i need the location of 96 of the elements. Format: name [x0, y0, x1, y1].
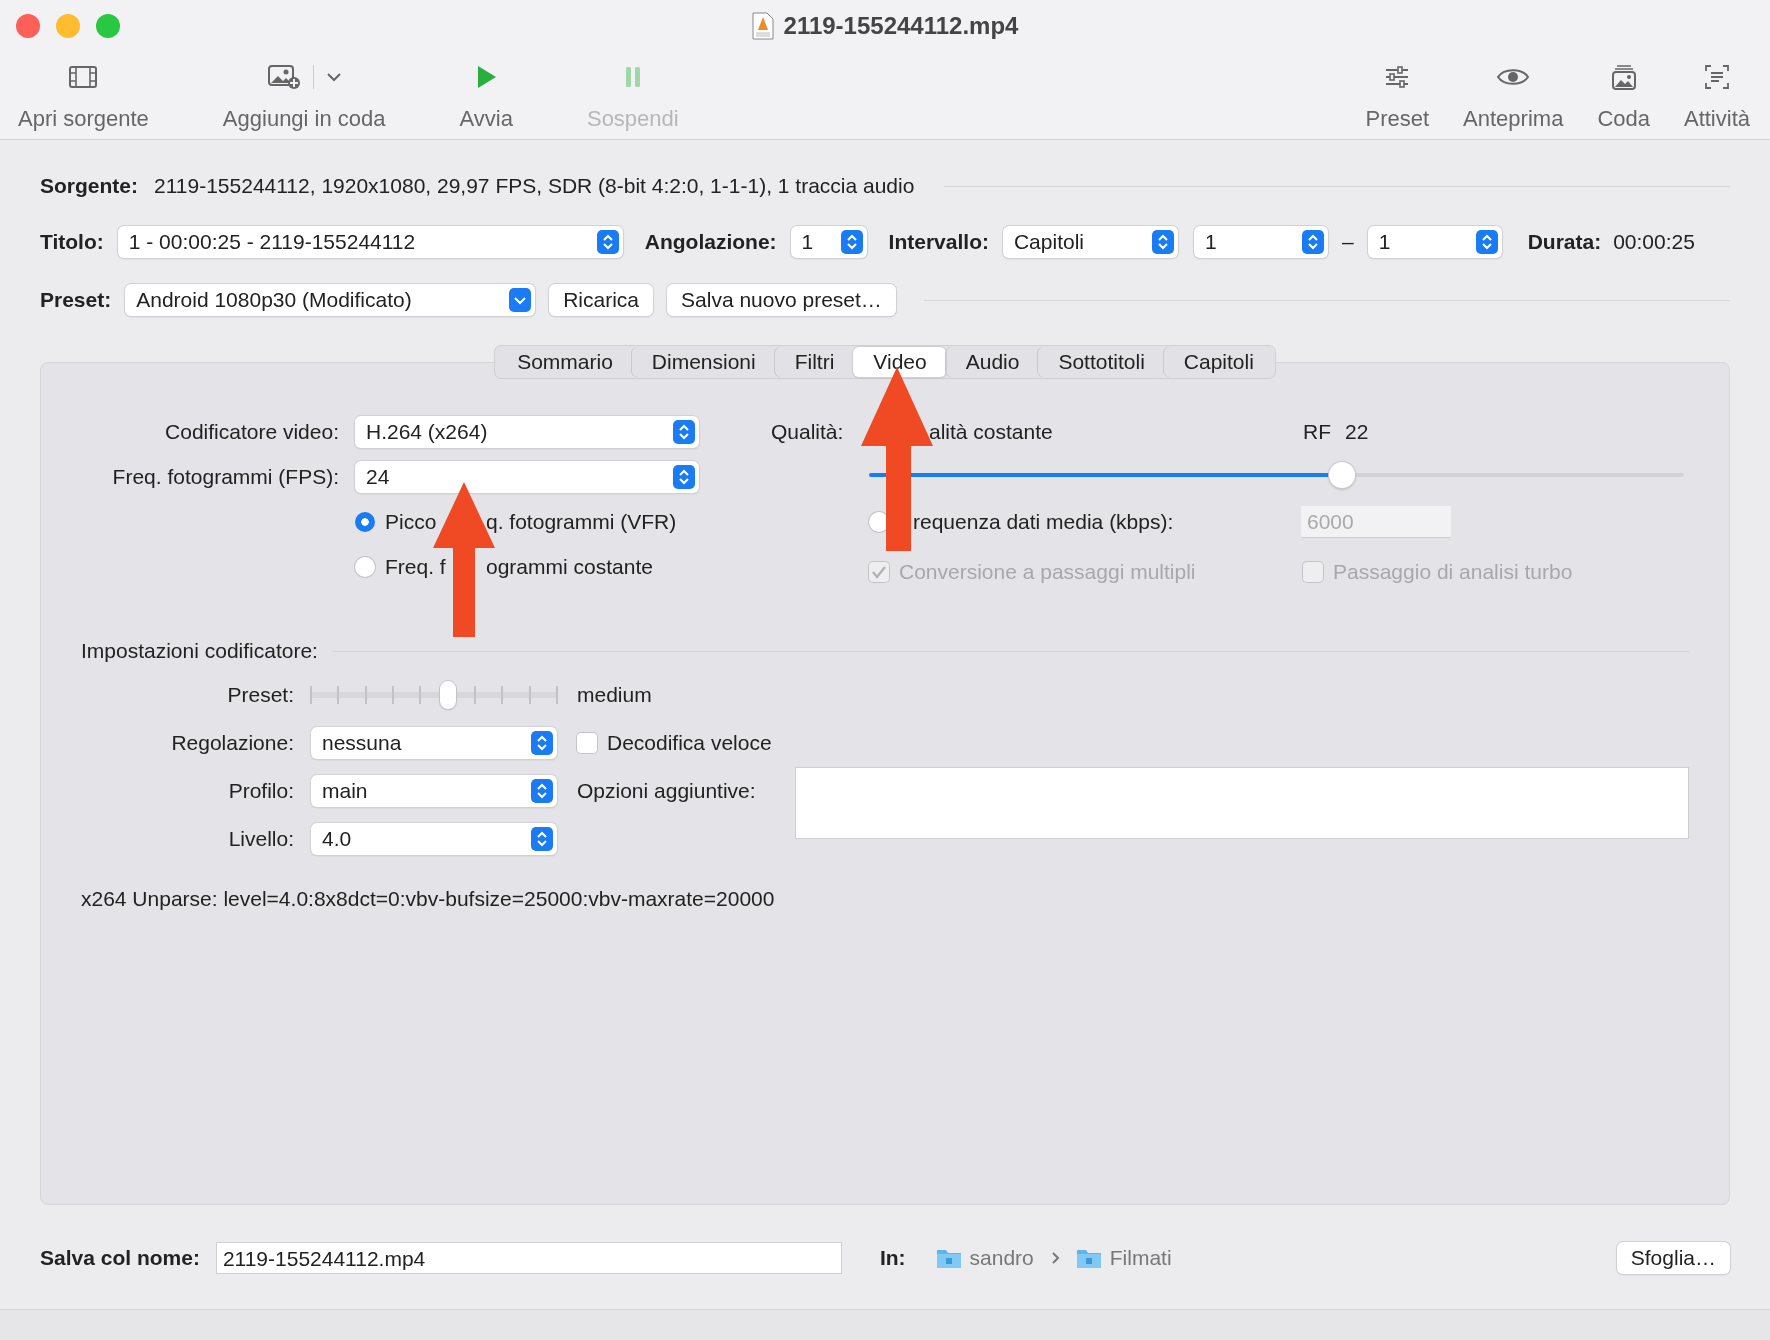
filename-field[interactable]: 2119-155244112.mp4 [215, 1242, 842, 1274]
path-item[interactable]: Filmati [1075, 1246, 1172, 1270]
section-heading: Impostazioni codificatore: [81, 639, 318, 663]
checkbox-label: Passaggio di analisi turbo [1333, 560, 1573, 584]
tab[interactable]: Video [853, 347, 946, 377]
tab[interactable]: Filtri [774, 347, 854, 377]
profile-label: Profilo: [227, 779, 294, 803]
toolbar-button[interactable]: Avvia [455, 62, 517, 132]
tune-popup[interactable]: nessuna [311, 727, 557, 759]
encoder-label: Codificatore video: [164, 420, 339, 444]
level-popup[interactable]: 4.0 [311, 823, 557, 855]
reload-button[interactable]: Ricarica [549, 284, 654, 316]
save-preset-button[interactable]: Salva nuovo preset… [667, 284, 896, 316]
toolbar-button[interactable]: Preset [1361, 62, 1434, 132]
radio-label: requenza dati media (kbps): [913, 510, 1175, 534]
zoom-button[interactable] [96, 14, 120, 38]
window-title: 2119-155244112.mp4 [783, 12, 1019, 40]
toolbar-button[interactable]: Coda [1593, 62, 1654, 132]
range-start-popup[interactable]: 1 [1193, 226, 1328, 258]
radio-button[interactable] [355, 512, 375, 532]
stepper-icon [531, 731, 553, 755]
range-separator: – [1341, 230, 1354, 254]
preset-value: medium [577, 683, 653, 707]
range-end-popup[interactable]: 1 [1367, 226, 1502, 258]
source-info: 2119-155244112, 1920x1080, 29,97 FPS, SDR (8-bit 4:2:0, 1-1-1), 1 traccia audio [154, 174, 915, 198]
rf-value: 22 [1345, 420, 1369, 444]
close-button[interactable] [16, 14, 40, 38]
source-label: Sorgente: [40, 174, 138, 198]
browse-button[interactable]: Sfoglia… [1616, 1242, 1730, 1274]
angle-label: Angolazione: [644, 230, 777, 254]
extra-options-label: Opzioni aggiuntive: [577, 778, 757, 804]
tune-label: Regolazione: [170, 731, 294, 755]
checkbox-label: Conversione a passaggi multipli [899, 560, 1196, 584]
tab[interactable]: Sottotitoli [1038, 347, 1164, 377]
angle-popup[interactable]: 1 [790, 226, 867, 258]
tab[interactable]: Dimensioni [631, 347, 775, 377]
chevron-down-icon[interactable] [325, 72, 342, 82]
unparse-text: x264 Unparse: level=4.0:8x8dct=0:vbv-bufsize=25000:vbv-maxrate=20000 [81, 887, 776, 911]
tab[interactable]: Capitoli [1163, 347, 1273, 377]
duration-label: Durata: [1527, 230, 1602, 254]
path-item[interactable]: sandro [935, 1246, 1034, 1270]
radio-label: Picco [385, 510, 437, 533]
preset-slider[interactable] [311, 679, 557, 711]
stepper-icon [1475, 230, 1498, 254]
toolbar-button[interactable]: Aggiungi in coda [218, 62, 390, 132]
stepper-icon [1151, 230, 1174, 254]
fps-label: Freq. fotogrammi (FPS): [111, 465, 339, 489]
stepper-icon [531, 779, 553, 803]
preset-popup[interactable]: Android 1080p30 (Modificato) [125, 284, 536, 316]
preset-label: Preset: [40, 288, 112, 312]
stepper-icon [673, 465, 695, 489]
film-icon [68, 64, 99, 90]
profile-popup[interactable]: main [311, 775, 557, 807]
radio-label: alità costante [929, 420, 1054, 444]
title-label: Titolo: [40, 230, 104, 254]
tab[interactable]: Audio [945, 347, 1039, 377]
slider-thumb[interactable] [439, 681, 456, 709]
extra-options-field[interactable] [795, 767, 1689, 839]
radio-label: ogrammi costante [486, 555, 653, 579]
video-file-icon [751, 12, 774, 40]
range-type-popup[interactable]: Capitoli [1002, 226, 1178, 258]
toolbar-button[interactable]: Anteprima [1459, 62, 1568, 132]
check-icon [871, 565, 887, 579]
checkbox[interactable] [577, 733, 597, 753]
duration-value: 00:00:25 [1613, 230, 1695, 254]
image-stack-icon [1609, 63, 1638, 91]
add-image-icon [266, 63, 301, 91]
slider-thumb[interactable] [1328, 462, 1355, 488]
quality-label: Qualità: [771, 419, 845, 445]
list-icon [1703, 63, 1731, 91]
stepper-icon [531, 827, 553, 851]
toolbar-button[interactable]: Attività [1679, 62, 1754, 132]
stepper-icon [840, 230, 863, 254]
radio-label: Freq. f [385, 555, 446, 578]
tab[interactable]: Sommario [497, 347, 632, 377]
radio-label: q. fotogrammi (VFR) [486, 510, 677, 534]
folder-icon [935, 1247, 962, 1269]
folder-icon [1075, 1247, 1102, 1269]
checkbox-label: Decodifica veloce [607, 731, 772, 755]
rf-label: RF [1303, 420, 1331, 444]
minimize-button[interactable] [56, 14, 80, 38]
toolbar-button[interactable]: Apri sorgente [14, 62, 153, 132]
stepper-icon [1301, 230, 1324, 254]
chevron-right-icon [1049, 1251, 1060, 1265]
stepper-icon [673, 420, 695, 444]
preset-label: Preset: [226, 683, 294, 707]
range-label: Intervallo: [888, 230, 989, 254]
save-as-label: Salva col nome: [40, 1246, 200, 1270]
level-label: Livello: [227, 827, 294, 851]
dropdown-icon [509, 288, 532, 312]
fps-popup[interactable]: 24 [355, 461, 699, 493]
destination-label: In: [879, 1246, 906, 1270]
title-popup[interactable]: 1 - 00:00:25 - 2119-155244112 [117, 226, 623, 258]
encoder-popup[interactable]: H.264 (x264) [355, 416, 699, 448]
stepper-icon [596, 230, 619, 254]
radio-button[interactable] [355, 557, 375, 577]
